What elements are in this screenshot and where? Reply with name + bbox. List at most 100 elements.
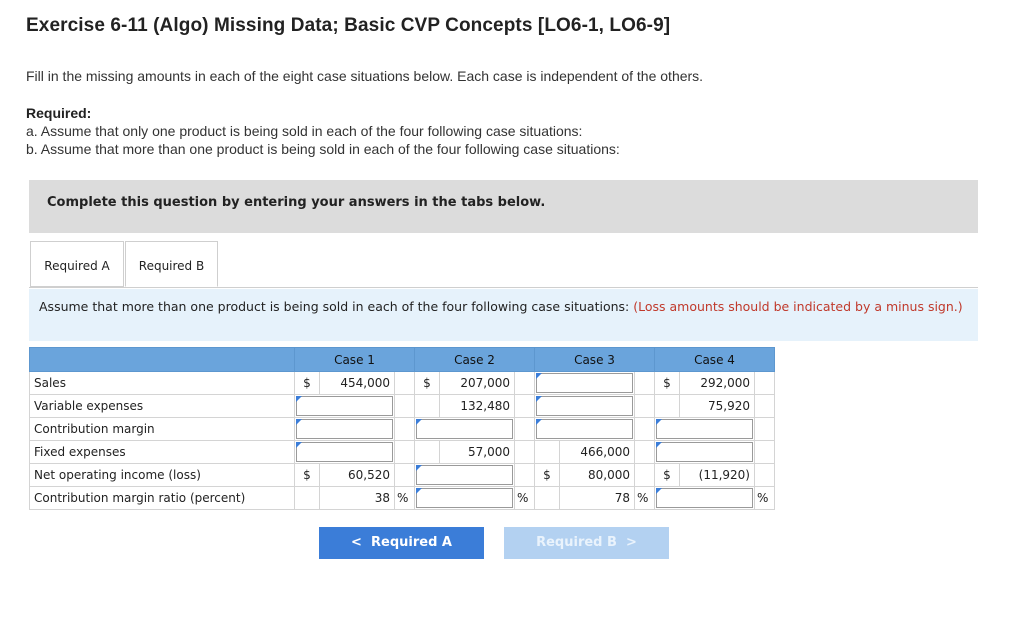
input-box[interactable]	[296, 442, 393, 462]
next-button[interactable]: Required B >	[504, 527, 669, 559]
input-box[interactable]	[536, 373, 633, 393]
tab-required-b[interactable]: Required B	[125, 241, 218, 287]
case2-contribution-margin-input[interactable]	[414, 417, 515, 441]
case2-fixed-expenses: 57,000	[439, 440, 515, 464]
case2-sales: 207,000	[439, 371, 515, 395]
input-marker-icon	[656, 488, 662, 494]
header-case-3: Case 3	[534, 347, 655, 372]
table-header-row: Case 1 Case 2 Case 3 Case 4	[29, 347, 775, 372]
instructions: Fill in the missing amounts in each of t…	[26, 68, 704, 84]
input-marker-icon	[656, 442, 662, 448]
chevron-left-icon: <	[351, 535, 362, 550]
case3-variable-expenses-input[interactable]	[534, 394, 635, 418]
percent-sign: %	[754, 486, 775, 510]
input-box[interactable]	[656, 442, 753, 462]
spacer	[514, 463, 535, 487]
currency-sign: $	[294, 463, 320, 487]
currency-sign: $	[654, 371, 680, 395]
case3-fixed-expenses: 466,000	[559, 440, 635, 464]
case4-cm-ratio-input[interactable]	[654, 486, 755, 510]
prev-button-label: Required A	[371, 535, 452, 550]
table-row: Fixed expenses 57,000 466,000	[29, 440, 775, 464]
spacer	[634, 440, 655, 464]
input-box[interactable]	[416, 419, 513, 439]
row-label-contribution-margin: Contribution margin	[29, 417, 295, 441]
header-blank	[29, 347, 295, 372]
currency-sign: $	[534, 463, 560, 487]
spacer	[754, 394, 775, 418]
input-box[interactable]	[296, 396, 393, 416]
case4-contribution-margin-input[interactable]	[654, 417, 755, 441]
case4-fixed-expenses-input[interactable]	[654, 440, 755, 464]
row-label-cm-ratio: Contribution margin ratio (percent)	[29, 486, 295, 510]
spacer	[534, 440, 560, 464]
spacer	[394, 394, 415, 418]
table-row: Variable expenses 132,480 75,920	[29, 394, 775, 418]
next-button-label: Required B	[536, 535, 617, 550]
case1-contribution-margin-input[interactable]	[294, 417, 395, 441]
spacer	[754, 440, 775, 464]
spacer	[634, 463, 655, 487]
percent-sign: %	[514, 486, 535, 510]
table-row: Sales $ 454,000 $ 207,000 $ 292,000	[29, 371, 775, 395]
case1-cm-ratio: 38	[319, 486, 395, 510]
header-case-2: Case 2	[414, 347, 535, 372]
case1-net-operating-income: 60,520	[319, 463, 395, 487]
row-label-sales: Sales	[29, 371, 295, 395]
spacer	[534, 486, 560, 510]
case2-cm-ratio-input[interactable]	[414, 486, 515, 510]
case1-fixed-expenses-input[interactable]	[294, 440, 395, 464]
row-label-net-operating-income: Net operating income (loss)	[29, 463, 295, 487]
chevron-right-icon: >	[625, 535, 637, 550]
case3-contribution-margin-input[interactable]	[534, 417, 635, 441]
spacer	[634, 394, 655, 418]
table-row: Contribution margin ratio (percent) 38 %…	[29, 486, 775, 510]
percent-sign: %	[634, 486, 655, 510]
spacer	[654, 394, 680, 418]
required-a-text: a. Assume that only one product is being…	[26, 123, 583, 139]
cvp-table: Case 1 Case 2 Case 3 Case 4 Sales $ 454,…	[29, 347, 775, 510]
spacer	[394, 371, 415, 395]
case3-sales-input[interactable]	[534, 371, 635, 395]
table-row: Net operating income (loss) $ 60,520 $ 8…	[29, 463, 775, 487]
header-case-4: Case 4	[654, 347, 775, 372]
required-heading: Required:	[26, 105, 92, 121]
tab-required-a[interactable]: Required A	[30, 241, 124, 287]
case2-net-operating-income-input[interactable]	[414, 463, 515, 487]
panel-text: Assume that more than one product is bei…	[39, 299, 969, 315]
spacer	[634, 417, 655, 441]
case1-variable-expenses-input[interactable]	[294, 394, 395, 418]
input-box[interactable]	[296, 419, 393, 439]
panel-main-text: Assume that more than one product is bei…	[39, 299, 634, 314]
spacer	[514, 394, 535, 418]
input-box[interactable]	[416, 465, 513, 485]
spacer	[394, 463, 415, 487]
input-marker-icon	[656, 419, 662, 425]
spacer	[634, 371, 655, 395]
instruction-panel: Assume that more than one product is bei…	[29, 289, 978, 341]
spacer	[754, 417, 775, 441]
spacer	[414, 440, 440, 464]
input-marker-icon	[416, 488, 422, 494]
input-marker-icon	[416, 465, 422, 471]
tab-required-b-label: Required B	[138, 259, 205, 273]
tab-required-a-label: Required A	[44, 259, 110, 273]
input-box[interactable]	[416, 488, 513, 508]
spacer	[754, 371, 775, 395]
input-box[interactable]	[536, 396, 633, 416]
case4-net-operating-income: (11,920)	[679, 463, 755, 487]
input-box[interactable]	[656, 419, 753, 439]
input-box[interactable]	[536, 419, 633, 439]
currency-sign: $	[294, 371, 320, 395]
prev-button[interactable]: < Required A	[319, 527, 484, 559]
currency-sign: $	[654, 463, 680, 487]
spacer	[294, 486, 320, 510]
table-row: Contribution margin	[29, 417, 775, 441]
spacer	[394, 440, 415, 464]
input-box[interactable]	[656, 488, 753, 508]
percent-sign: %	[394, 486, 415, 510]
page-title: Exercise 6-11 (Algo) Missing Data; Basic…	[26, 15, 671, 36]
currency-sign: $	[414, 371, 440, 395]
case2-variable-expenses: 132,480	[439, 394, 515, 418]
input-marker-icon	[296, 442, 302, 448]
